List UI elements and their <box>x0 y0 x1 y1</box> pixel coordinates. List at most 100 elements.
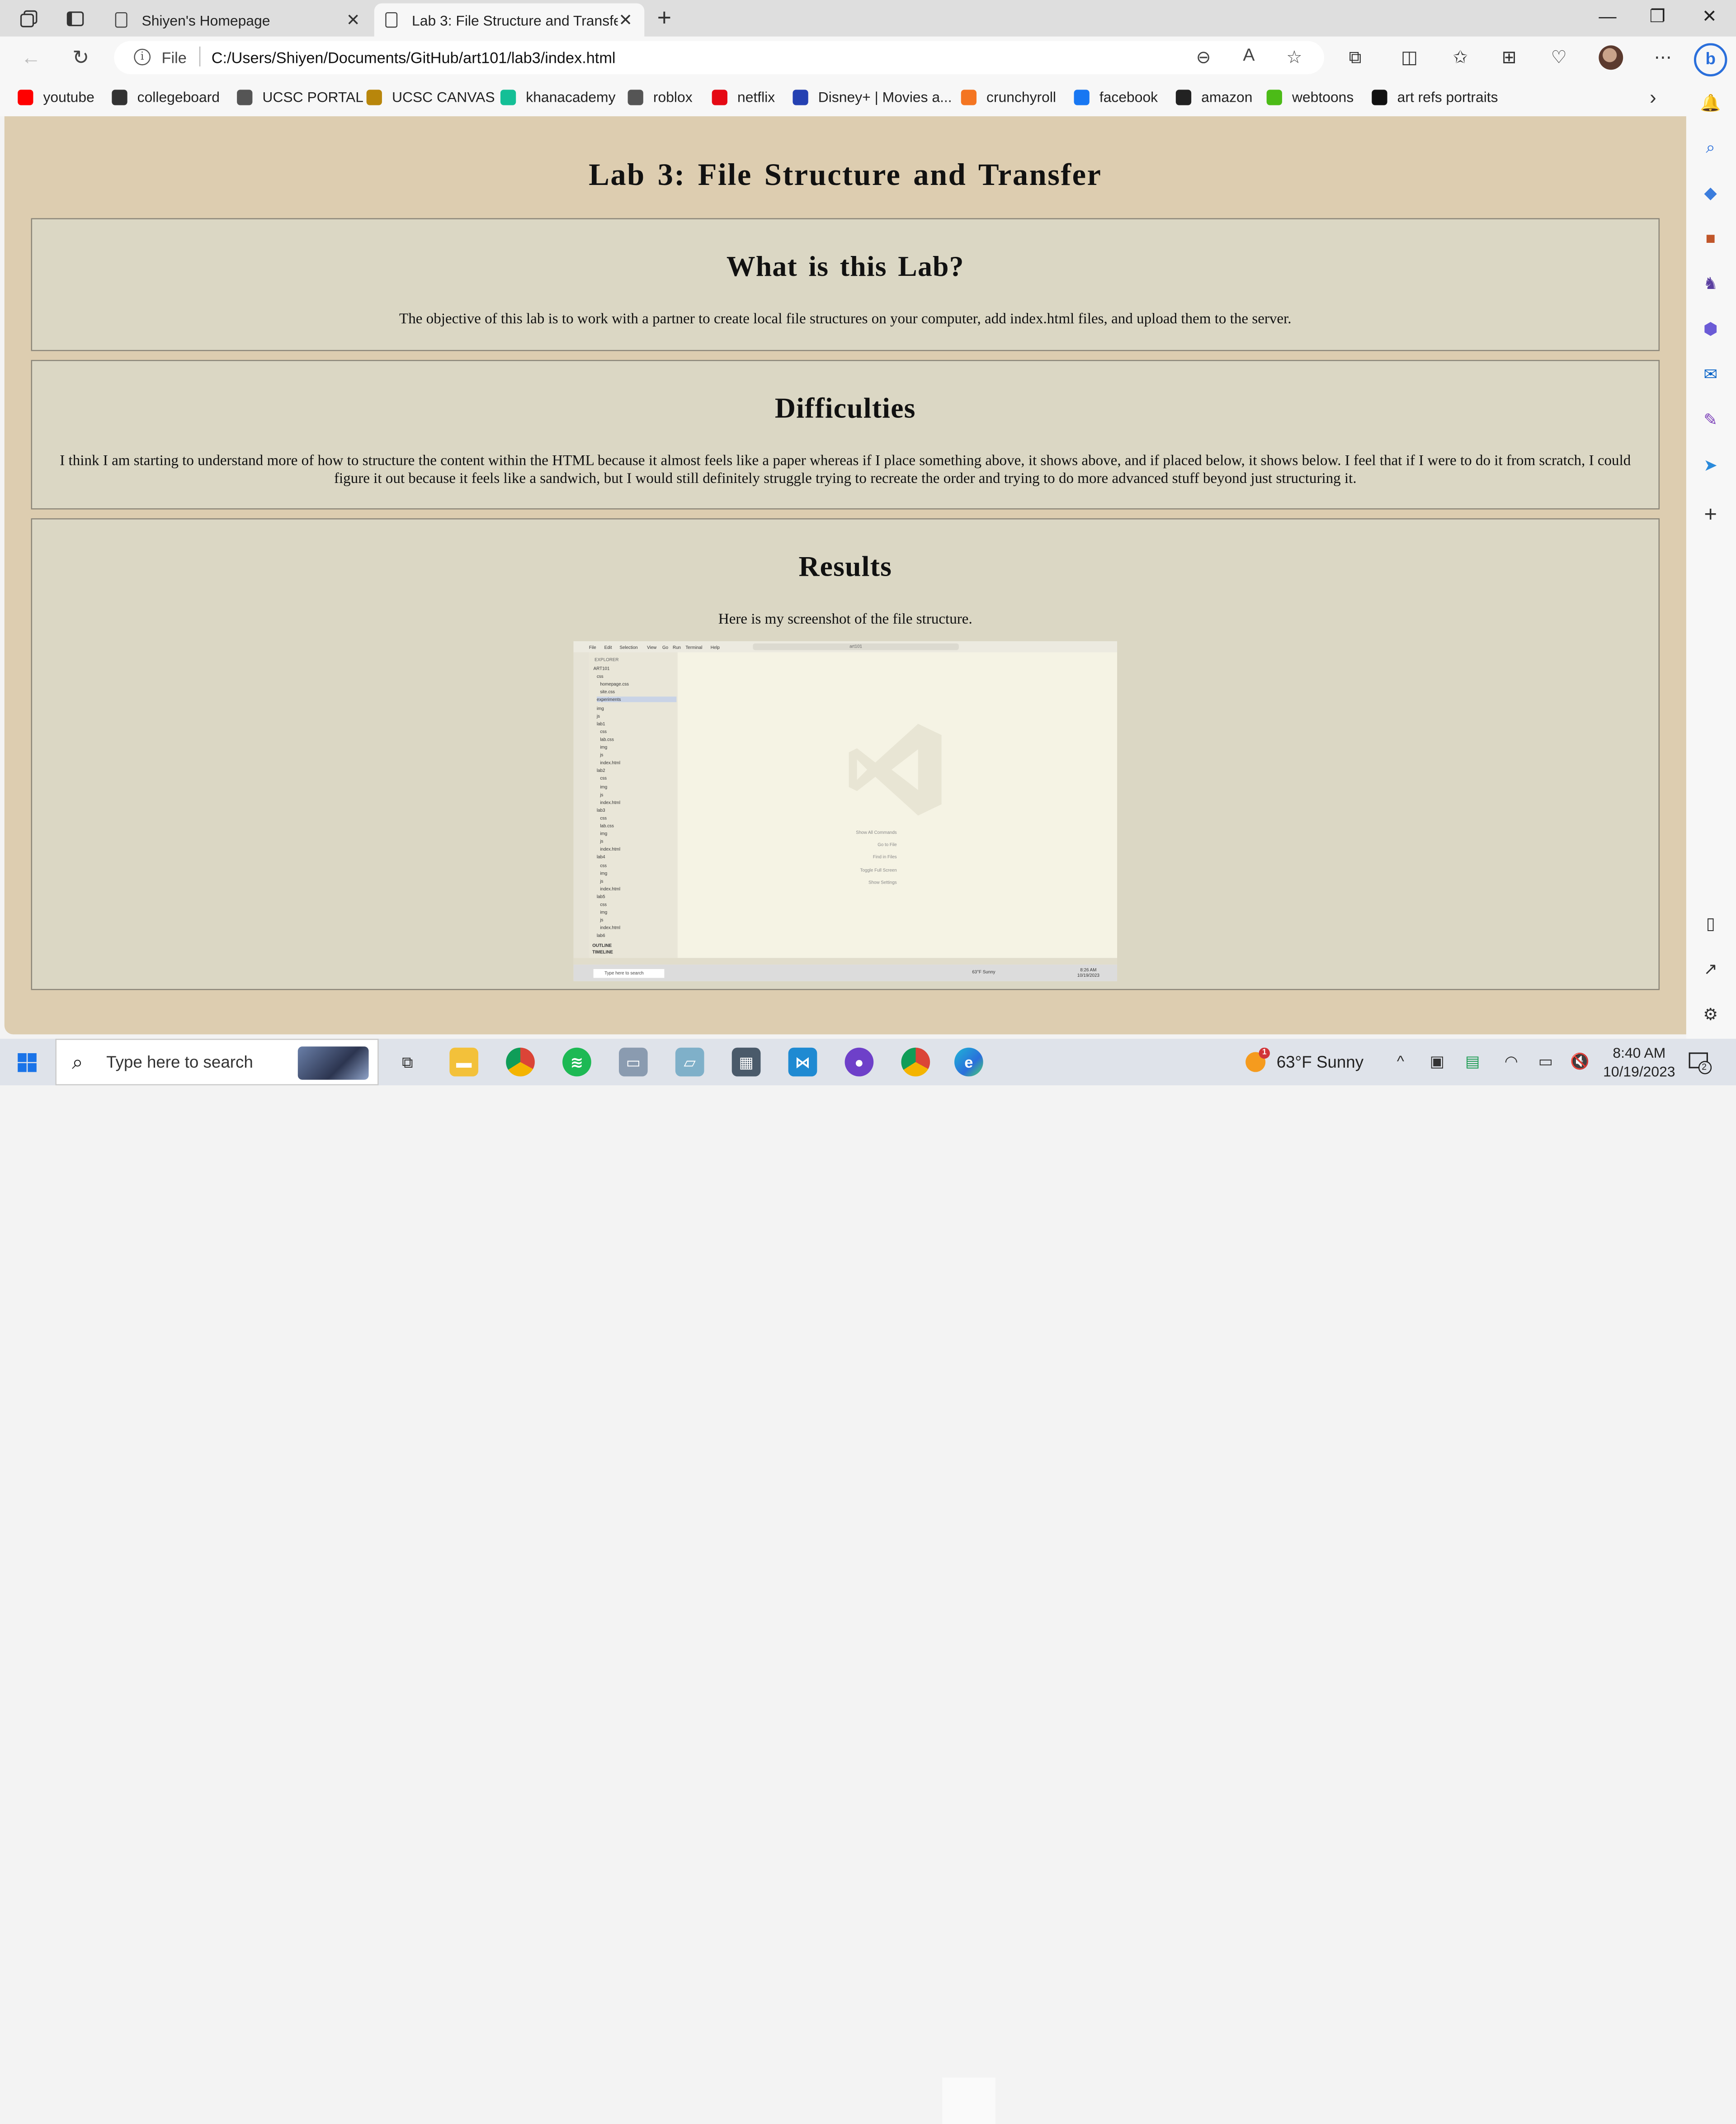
restore-icon[interactable]: ❐ <box>1641 5 1674 31</box>
favorites-icon[interactable]: ✩ <box>1448 47 1472 71</box>
chrome-icon[interactable] <box>506 1047 535 1077</box>
vscode-tree-item: img <box>597 705 604 711</box>
tools-icon[interactable]: ■ <box>1699 228 1722 250</box>
chevron-right-icon[interactable]: › <box>1650 86 1656 109</box>
vscode-menu-item: Help <box>710 644 720 650</box>
browser-essentials-icon[interactable]: ♡ <box>1547 47 1571 71</box>
favorite-webtoons[interactable]: webtoons <box>1266 89 1354 105</box>
document-icon <box>115 12 127 28</box>
url-scheme: File <box>161 48 187 66</box>
read-aloud-icon[interactable]: A <box>1237 47 1261 66</box>
avatar[interactable] <box>1599 45 1623 70</box>
add-icon[interactable]: + <box>1699 504 1722 526</box>
taskbar-search-input[interactable]: ⌕ Type here to search <box>55 1039 379 1086</box>
taskbar-search-placeholder: Type here to search <box>106 1053 253 1072</box>
favorite-art-refs-portraits[interactable]: art refs portraits <box>1372 89 1498 105</box>
speaker-muted-icon[interactable]: 🔇 <box>1569 1052 1591 1071</box>
tray-app-icon[interactable]: ▣ <box>1426 1052 1448 1071</box>
new-tab-icon[interactable]: + <box>652 4 676 31</box>
clock-date: 10/19/2023 <box>1603 1063 1675 1080</box>
workspaces-icon[interactable] <box>14 7 43 31</box>
vscode-tree-item: css <box>600 901 607 907</box>
edge-icon[interactable]: e <box>954 1047 983 1077</box>
designer-icon[interactable]: ✎ <box>1699 410 1722 432</box>
github-desktop-icon[interactable]: ● <box>844 1047 874 1077</box>
drop-icon[interactable]: ➤ <box>1699 455 1722 478</box>
section-heading: Difficulties <box>774 392 916 424</box>
windows-start-icon[interactable] <box>18 1053 37 1072</box>
sidebar-panel-icon[interactable]: ▯ <box>1699 913 1722 936</box>
tray-security-icon[interactable]: ▤ <box>1462 1052 1484 1071</box>
refresh-icon[interactable]: ↻ <box>67 44 94 71</box>
favorite-roblox[interactable]: roblox <box>627 89 693 105</box>
minimize-icon[interactable]: — <box>1591 5 1624 31</box>
url-text[interactable]: C:/Users/Shiyen/Documents/GitHub/art101/… <box>212 49 616 66</box>
tab-actions-icon[interactable] <box>61 7 90 31</box>
battery-icon[interactable]: ▭ <box>1534 1052 1557 1071</box>
vscode-tree-item: lab4 <box>597 854 605 860</box>
weather-widget[interactable]: 1 63°F Sunny <box>1245 1047 1364 1072</box>
app-icon[interactable]: ▭ <box>618 1047 648 1077</box>
notifications-icon[interactable]: 🔔 <box>1699 93 1722 115</box>
info-icon[interactable]: i <box>134 48 151 66</box>
notes-app-icon[interactable]: ▱ <box>675 1047 704 1077</box>
more-options-icon[interactable]: ⋯ <box>1651 47 1675 71</box>
favorite-disney-movies-a[interactable]: Disney+ | Movies a... <box>793 89 952 105</box>
favorite-label: amazon <box>1201 88 1253 105</box>
close-tab-icon[interactable]: ✕ <box>345 10 361 30</box>
extensions-icon[interactable]: ⧉ <box>1343 47 1368 71</box>
outlook-icon[interactable]: ✉ <box>1699 364 1722 387</box>
section-difficulties: Difficulties I think I am starting to un… <box>31 360 1660 510</box>
tab-shiyens-homepage[interactable]: Shiyen's Homepage ✕ <box>104 3 372 36</box>
vscode-tree-item: js <box>600 838 604 844</box>
navigation-bar: ← ↻ i File C:/Users/Shiyen/Documents/Git… <box>0 36 1736 79</box>
favorite-label: Disney+ | Movies a... <box>818 88 952 105</box>
spotify-icon[interactable]: ≋ <box>562 1047 591 1077</box>
favorite-facebook[interactable]: facebook <box>1074 89 1158 105</box>
task-view-icon[interactable]: ⧉ <box>393 1048 422 1077</box>
vscode-icon[interactable]: ⋈ <box>788 1047 817 1077</box>
active-app-highlight <box>942 2077 995 2124</box>
favorite-label: youtube <box>43 88 94 105</box>
vscode-tree-item: js <box>600 917 604 923</box>
vscode-tree-item: lab5 <box>597 894 605 899</box>
favorite-star-icon[interactable]: ☆ <box>1282 47 1307 69</box>
games-icon[interactable]: ♞ <box>1699 274 1722 296</box>
close-tab-icon[interactable]: ✕ <box>618 10 633 30</box>
calculator-icon[interactable]: ▦ <box>731 1047 761 1077</box>
zoom-out-icon[interactable]: ⊖ <box>1191 47 1216 69</box>
taskbar-clock[interactable]: 8:40 AM 10/19/2023 <box>1603 1043 1675 1081</box>
address-bar[interactable]: i File C:/Users/Shiyen/Documents/GitHub/… <box>114 41 1325 75</box>
wifi-icon[interactable]: ◠ <box>1500 1052 1522 1071</box>
vscode-tree-item: ART101 <box>593 665 610 672</box>
favorite-crunchyroll[interactable]: crunchyroll <box>961 89 1056 105</box>
favorite-collegeboard[interactable]: collegeboard <box>112 89 220 105</box>
tab-lab3[interactable]: Lab 3: File Structure and Transfer ✕ <box>374 3 645 37</box>
shopping-icon[interactable]: ◆ <box>1699 183 1722 205</box>
notification-center-icon[interactable]: 2 <box>1687 1050 1712 1074</box>
microsoft-365-icon[interactable]: ⬢ <box>1699 319 1722 341</box>
search-icon[interactable]: ⌕ <box>1699 137 1722 160</box>
favorite-ucsc-portal[interactable]: UCSC PORTAL <box>237 89 363 105</box>
windows-taskbar: ⌕ Type here to search ⧉ ▬ ≋ ▭ ▱ ▦ ⋈ ● e … <box>0 1039 1736 2124</box>
vscode-tree-item: css <box>600 815 607 821</box>
split-screen-icon[interactable]: ◫ <box>1397 47 1422 71</box>
open-external-icon[interactable]: ↗ <box>1699 959 1722 981</box>
close-window-icon[interactable]: ✕ <box>1693 5 1726 31</box>
chevron-up-icon[interactable]: ^ <box>1389 1052 1411 1070</box>
chrome-profile-icon[interactable] <box>901 1047 930 1077</box>
collections-icon[interactable]: ⊞ <box>1497 47 1521 71</box>
vscode-tree-item: lab1 <box>597 720 605 726</box>
favorite-khanacademy[interactable]: khanacademy <box>500 89 616 105</box>
back-icon[interactable]: ← <box>18 44 44 71</box>
weather-desc: Sunny <box>1316 1052 1364 1072</box>
tab-strip: Shiyen's Homepage ✕ Lab 3: File Structur… <box>0 0 1736 37</box>
file-explorer-icon[interactable]: ▬ <box>449 1047 478 1077</box>
favorite-netflix[interactable]: netflix <box>712 89 775 105</box>
settings-gear-icon[interactable]: ⚙ <box>1699 1004 1722 1027</box>
favorite-youtube[interactable]: youtube <box>18 89 94 105</box>
favorite-ucsc-canvas[interactable]: UCSC CANVAS <box>366 89 495 105</box>
favorite-amazon[interactable]: amazon <box>1175 88 1253 105</box>
copilot-icon[interactable]: b <box>1694 43 1727 76</box>
favorite-label: netflix <box>737 88 775 105</box>
